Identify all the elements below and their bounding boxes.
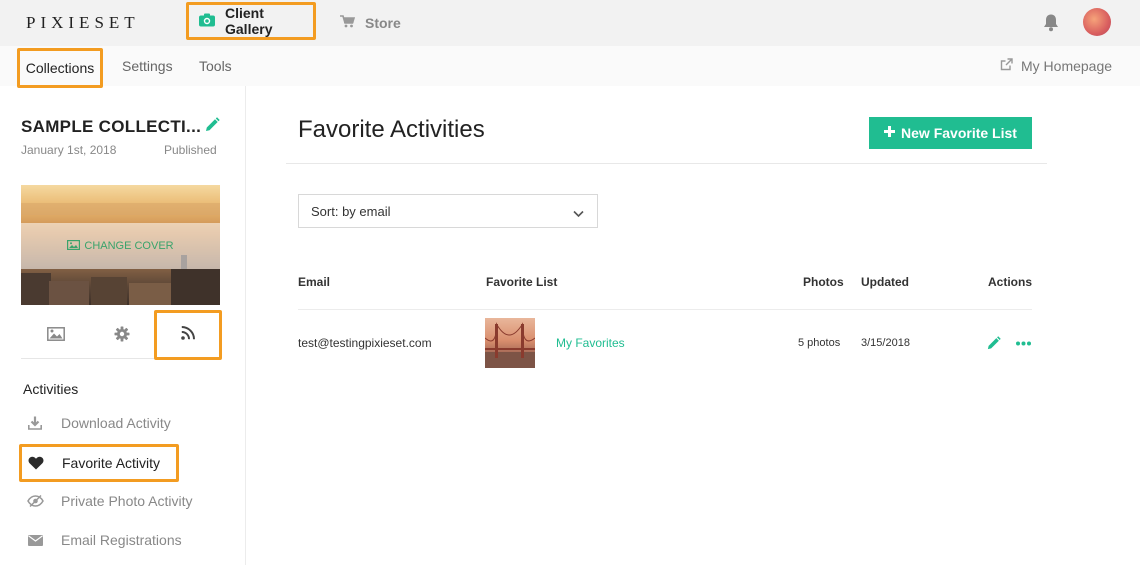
envelope-icon	[20, 534, 50, 546]
my-homepage-label: My Homepage	[1021, 58, 1113, 74]
subnav-collections[interactable]: Collections	[17, 48, 103, 88]
sort-dropdown[interactable]: Sort: by email	[298, 194, 598, 228]
tab-photos[interactable]	[41, 313, 71, 359]
nav-store-label: Store	[365, 15, 401, 31]
column-header-updated: Updated	[861, 275, 909, 289]
collection-status: Published	[164, 143, 217, 157]
pixieset-logo[interactable]: PIXIESET	[26, 13, 140, 33]
change-cover-button[interactable]: CHANGE COVER	[21, 223, 220, 269]
sidebar-item-private-photo-activity[interactable]: Private Photo Activity	[20, 482, 193, 520]
sidebar-item-label: Private Photo Activity	[61, 493, 193, 509]
table-divider	[298, 309, 1032, 310]
collection-sidebar: SAMPLE COLLECTI... January 1st, 2018 Pub…	[0, 86, 246, 565]
my-homepage-link[interactable]: My Homepage	[1000, 46, 1112, 86]
eye-slash-icon	[20, 495, 50, 507]
download-icon	[20, 416, 50, 430]
chevron-down-icon	[573, 206, 584, 221]
sort-label: Sort: by email	[311, 203, 391, 219]
collection-title: SAMPLE COLLECTI...	[21, 117, 202, 136]
column-header-favorite-list: Favorite List	[486, 275, 558, 289]
column-header-photos: Photos	[803, 275, 844, 289]
tab-settings[interactable]	[107, 313, 137, 359]
divider	[286, 163, 1047, 164]
sidebar-item-label: Download Activity	[61, 415, 171, 431]
cart-icon	[340, 15, 356, 31]
top-bar: PIXIESET Client Gallery Store	[0, 0, 1140, 46]
sidebar-item-favorite-activity[interactable]: Favorite Activity	[19, 444, 179, 482]
sidebar-item-label: Email Registrations	[61, 532, 182, 548]
camera-icon	[199, 13, 215, 30]
collection-date: January 1st, 2018	[21, 143, 117, 157]
gear-icon	[114, 326, 130, 347]
image-icon	[67, 239, 81, 253]
more-options-icon[interactable]	[1016, 336, 1031, 356]
edit-collection-pencil-icon[interactable]	[204, 117, 220, 138]
row-photos: 5 photos	[798, 337, 841, 349]
page-title: Favorite Activities	[298, 116, 485, 143]
sidebar-item-email-registrations[interactable]: Email Registrations	[20, 521, 182, 559]
column-header-actions: Actions	[988, 275, 1033, 289]
rss-feed-icon	[181, 325, 195, 345]
sidebar-item-download-activity[interactable]: Download Activity	[20, 404, 171, 442]
collection-tabs	[21, 310, 222, 360]
bridge-thumbnail-image	[485, 322, 535, 368]
row-updated: 3/15/2018	[861, 337, 910, 349]
nav-client-gallery[interactable]: Client Gallery	[186, 2, 316, 40]
external-link-icon	[1000, 58, 1013, 74]
avatar[interactable]	[1083, 8, 1111, 36]
tab-activity-feed[interactable]	[154, 310, 222, 360]
heart-icon	[21, 456, 51, 470]
nav-client-gallery-label: Client Gallery	[225, 5, 273, 37]
activities-heading: Activities	[23, 381, 79, 397]
row-email: test@testingpixieset.com	[298, 336, 432, 350]
new-favorite-list-button[interactable]: New Favorite List	[869, 117, 1032, 149]
change-cover-label: CHANGE COVER	[84, 240, 174, 252]
nav-store[interactable]: Store	[340, 0, 401, 46]
favorite-list-thumbnail[interactable]	[485, 318, 535, 368]
edit-pencil-icon[interactable]	[986, 336, 1001, 356]
cover-image: CHANGE COVER	[21, 185, 220, 305]
bell-icon[interactable]	[1042, 13, 1060, 37]
column-header-email: Email	[298, 275, 331, 289]
sub-navigation: Collections Settings Tools My Homepage	[0, 46, 1140, 88]
plus-icon	[884, 124, 896, 142]
sidebar-item-label: Favorite Activity	[62, 455, 161, 471]
subnav-tools[interactable]: Tools	[199, 46, 232, 86]
favorite-list-link[interactable]: My Favorites	[556, 336, 625, 350]
subnav-settings[interactable]: Settings	[122, 46, 173, 86]
new-favorite-list-label: New Favorite List	[901, 125, 1017, 141]
image-icon	[47, 326, 65, 346]
